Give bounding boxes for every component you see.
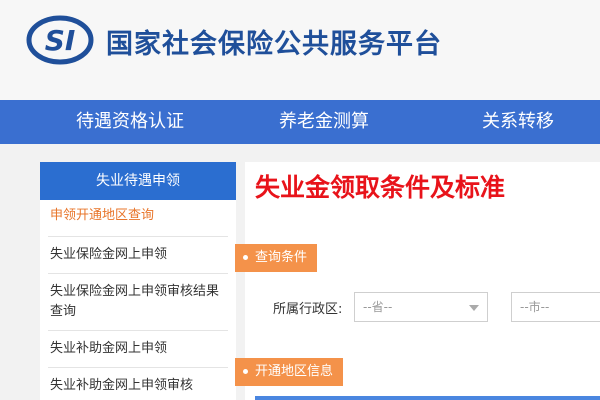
province-select[interactable]: --省--	[354, 292, 488, 322]
city-select[interactable]: --市--	[511, 292, 600, 322]
site-title[interactable]: 国家社会保险公共服务平台	[106, 22, 442, 61]
nav-item-transfer[interactable]: 关系转移	[482, 100, 554, 144]
sidebar-item-subsidy-apply[interactable]: 失业补助金网上申领	[48, 331, 228, 368]
bullet-icon	[243, 369, 248, 374]
page-title: 失业金领取条件及标准	[255, 173, 506, 202]
sidebar-list: 申领开通地区查询 失业保险金网上申领 失业保险金网上申领审核结果查询 失业补助金…	[40, 200, 236, 400]
sidebar-heading[interactable]: 失业待遇申领	[40, 162, 236, 200]
sidebar-item-unemployment-result[interactable]: 失业保险金网上申领审核结果查询	[48, 274, 228, 331]
section-tag-query: 查询条件	[235, 244, 318, 272]
province-select-value: --省--	[363, 300, 393, 314]
sidebar-item-subsidy-review[interactable]: 失业补助金网上申领审核	[48, 368, 228, 400]
social-insurance-logo-icon[interactable]: SI	[26, 14, 94, 66]
city-select-value: --市--	[520, 300, 550, 314]
site-header: SI 国家社会保险公共服务平台	[0, 0, 600, 100]
section-tag-open-region: 开通地区信息	[235, 358, 344, 386]
sidebar: 失业待遇申领 申领开通地区查询 失业保险金网上申领 失业保险金网上申领审核结果查…	[40, 162, 236, 400]
region-label: 所属行政区:	[273, 302, 343, 317]
sidebar-item-open-region-query[interactable]: 申领开通地区查询	[48, 200, 228, 237]
chevron-down-icon	[469, 305, 479, 311]
sidebar-item-unemployment-apply[interactable]: 失业保险金网上申领	[48, 237, 228, 274]
logo-text: SI	[45, 24, 76, 57]
nav-item-pension-calc[interactable]: 养老金测算	[279, 100, 369, 144]
main-nav: 待遇资格认证 养老金测算 关系转移	[0, 100, 600, 144]
results-table-header	[255, 396, 600, 400]
bullet-icon	[243, 255, 248, 260]
main-content: 失业金领取条件及标准 查询条件 所属行政区: --省-- --市-- 开通地区信…	[235, 162, 600, 400]
section-tag-open-region-label: 开通地区信息	[255, 364, 334, 379]
section-tag-query-label: 查询条件	[255, 250, 308, 265]
nav-item-qualification[interactable]: 待遇资格认证	[76, 100, 184, 144]
